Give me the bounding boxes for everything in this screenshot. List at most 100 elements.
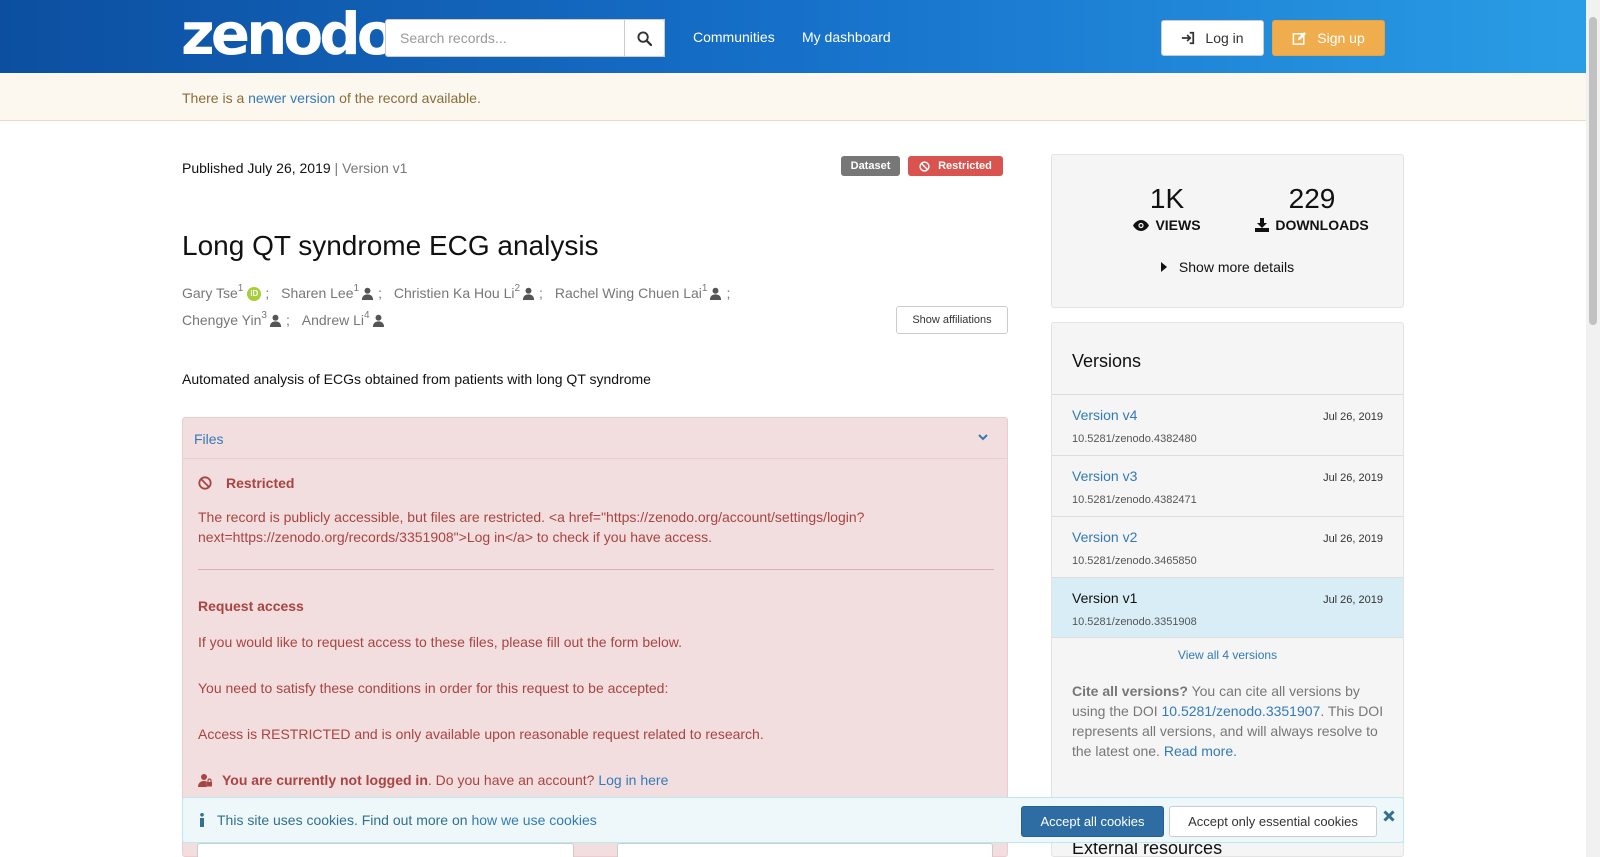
files-panel-header[interactable]: Files xyxy=(183,418,1007,459)
version-doi: 10.5281/zenodo.3465850 xyxy=(1072,555,1197,567)
ban-icon xyxy=(919,160,930,172)
search-icon xyxy=(637,30,652,46)
cookie-text: This site uses cookies. Find out more on xyxy=(217,812,472,828)
publication-info: Published July 26, 2019 | Version v1 xyxy=(182,160,407,176)
version-date: Jul 26, 2019 xyxy=(1323,472,1383,484)
author-item[interactable]: Chengye Yin 3 xyxy=(182,307,282,334)
login-button[interactable]: Log in xyxy=(1161,20,1264,56)
nav-communities[interactable]: Communities xyxy=(693,29,775,45)
user-icon xyxy=(372,314,384,327)
version-doi: 10.5281/zenodo.4382480 xyxy=(1072,433,1197,445)
access-badge-label: Restricted xyxy=(938,160,992,172)
close-icon[interactable] xyxy=(1383,810,1395,822)
request-conditions: Access is RESTRICTED and is only availab… xyxy=(198,726,764,742)
top-header: zenodo Communities My dashboard Log in S… xyxy=(0,0,1586,73)
notice-prefix: There is a xyxy=(182,90,249,106)
version-link[interactable]: Version v2 xyxy=(1072,529,1137,545)
version-link[interactable]: Version v4 xyxy=(1072,407,1137,423)
version-item[interactable]: Version v2 Jul 26, 2019 10.5281/zenodo.3… xyxy=(1052,516,1403,577)
request-access-title: Request access xyxy=(198,598,304,614)
email-field[interactable] xyxy=(197,843,574,857)
page-scrollbar[interactable] xyxy=(1586,0,1600,857)
user-icon xyxy=(269,314,282,327)
record-title: Long QT syndrome ECG analysis xyxy=(182,230,599,261)
eye-icon xyxy=(1133,219,1150,231)
edit-icon xyxy=(1292,31,1307,45)
show-affiliations-button[interactable]: Show affiliations xyxy=(896,306,1008,334)
resource-type-badge[interactable]: Dataset xyxy=(841,156,900,176)
info-icon xyxy=(200,813,204,827)
nav-my-dashboard[interactable]: My dashboard xyxy=(802,29,891,45)
stats-panel: 1K VIEWS 229 DOWNLOADS Show more details xyxy=(1051,154,1404,308)
author-name: Gary Tse xyxy=(182,285,238,301)
record-description: Automated analysis of ECGs obtained from… xyxy=(182,371,651,387)
show-more-label: Show more details xyxy=(1178,259,1295,275)
user-icon xyxy=(522,287,535,300)
login-label: Log in xyxy=(1205,30,1244,46)
views-stat: 1K VIEWS xyxy=(1107,183,1227,233)
version-doi: 10.5281/zenodo.3351908 xyxy=(1072,616,1197,628)
author-name: Sharen Lee xyxy=(281,285,354,301)
files-header-label: Files xyxy=(194,431,224,447)
cite-all-versions: Cite all versions? You can cite all vers… xyxy=(1072,681,1384,761)
full-name-field[interactable] xyxy=(617,843,993,857)
search-input[interactable] xyxy=(385,19,665,57)
cookie-policy-link[interactable]: how we use cookies xyxy=(471,812,596,828)
ban-icon xyxy=(198,476,212,490)
author-name: Chengye Yin xyxy=(182,312,262,328)
download-icon xyxy=(1255,218,1270,232)
not-logged-in-text: . Do you have an account? xyxy=(427,772,599,788)
author-item[interactable]: Andrew Li 4 xyxy=(302,307,385,334)
version-date: Jul 26, 2019 xyxy=(1323,411,1383,423)
views-count: 1K xyxy=(1149,183,1185,214)
files-panel: Files Restricted The record is publicly … xyxy=(182,417,1008,857)
orcid-icon[interactable]: iD xyxy=(247,286,262,301)
sign-in-icon xyxy=(1182,31,1195,45)
version-item[interactable]: Version v4 Jul 26, 2019 10.5281/zenodo.4… xyxy=(1052,394,1403,455)
view-all-versions-link[interactable]: View all 4 versions xyxy=(1052,648,1403,662)
cookie-banner: This site uses cookies. Find out more on… xyxy=(182,797,1404,843)
author-name: Andrew Li xyxy=(301,312,365,328)
notice-suffix: of the record available. xyxy=(335,90,481,106)
version-label: | Version v1 xyxy=(330,160,408,176)
author-item[interactable]: Christien Ka Hou Li 2 xyxy=(394,280,535,307)
version-link[interactable]: Version v1 xyxy=(1072,590,1137,606)
cookie-message: This site uses cookies. Find out more on… xyxy=(199,812,597,828)
user-icon xyxy=(710,287,722,300)
newer-version-notice: There is a newer version of the record a… xyxy=(0,73,1586,121)
restricted-message: The record is publicly accessible, but f… xyxy=(198,509,865,545)
author-list: Gary Tse 1 iD; Sharen Lee 1; Christien Ka H… xyxy=(182,280,902,334)
author-item[interactable]: Gary Tse 1 iD xyxy=(182,280,262,307)
request-conditions-intro: You need to satisfy these conditions in … xyxy=(198,680,669,696)
author-item[interactable]: Rachel Wing Chuen Lai 1 xyxy=(555,280,723,307)
affiliation-number: 1 xyxy=(237,283,244,294)
versions-title: Versions xyxy=(1072,351,1142,371)
version-date: Jul 26, 2019 xyxy=(1323,533,1383,545)
read-more-link[interactable]: Read more. xyxy=(1164,743,1237,759)
concept-doi-link[interactable]: 10.5281/zenodo.3351907 xyxy=(1162,703,1321,719)
search-button[interactable] xyxy=(624,19,665,57)
not-logged-in-bold: You are currently not logged in xyxy=(222,772,428,788)
version-item-current[interactable]: Version v1 Jul 26, 2019 10.5281/zenodo.3… xyxy=(1052,577,1403,638)
version-link[interactable]: Version v3 xyxy=(1072,468,1137,484)
zenodo-logo[interactable]: zenodo xyxy=(181,4,397,64)
login-here-link[interactable]: Log in here xyxy=(598,772,668,788)
author-name: Christien Ka Hou Li xyxy=(393,285,515,301)
restricted-heading: Restricted xyxy=(198,475,294,491)
not-logged-in-message: You are currently not logged in. Do you … xyxy=(198,772,668,788)
accept-all-cookies-button[interactable]: Accept all cookies xyxy=(1021,806,1164,837)
author-name: Rachel Wing Chuen Lai xyxy=(554,285,702,301)
cite-bold: Cite all versions? xyxy=(1072,683,1188,699)
published-date: Published July 26, 2019 xyxy=(182,160,331,176)
access-badge[interactable]: Restricted xyxy=(908,156,1003,176)
version-item[interactable]: Version v3 Jul 26, 2019 10.5281/zenodo.4… xyxy=(1052,455,1403,516)
signup-button[interactable]: Sign up xyxy=(1272,20,1385,56)
author-item[interactable]: Sharen Lee 1 xyxy=(281,280,374,307)
divider xyxy=(198,569,994,570)
accept-essential-cookies-button[interactable]: Accept only essential cookies xyxy=(1169,806,1377,837)
scrollbar-thumb[interactable] xyxy=(1589,17,1597,325)
show-more-details[interactable]: Show more details xyxy=(1052,259,1403,275)
views-label: VIEWS xyxy=(1155,217,1201,233)
restricted-title: Restricted xyxy=(226,475,295,491)
newer-version-link[interactable]: newer version xyxy=(248,90,335,106)
